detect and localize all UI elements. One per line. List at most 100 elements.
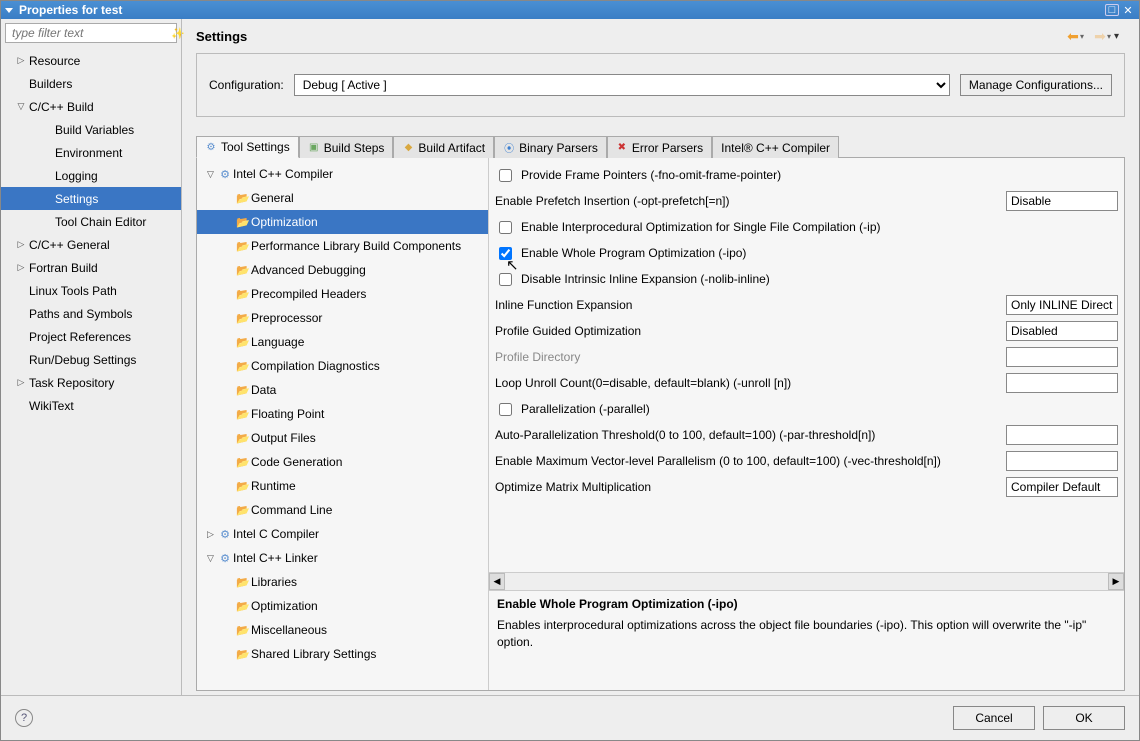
tool-tree-item[interactable]: 📂Optimization	[197, 210, 488, 234]
tool-tree-item[interactable]: ▷⚙Intel C Compiler	[197, 522, 488, 546]
folder-icon: 📂	[235, 600, 251, 613]
tool-tree-item[interactable]: 📂Floating Point	[197, 402, 488, 426]
nav-item[interactable]: Project References	[1, 325, 181, 348]
tool-tree-label: Intel C++ Linker	[233, 551, 318, 565]
tab[interactable]: ⚙Tool Settings	[196, 136, 299, 158]
tab[interactable]: ✖Error Parsers	[607, 136, 712, 158]
tool-tree-label: Precompiled Headers	[251, 287, 366, 301]
manage-configurations-button[interactable]: Manage Configurations...	[960, 74, 1112, 96]
twist-icon: ▽	[207, 553, 217, 564]
option-label: Profile Guided Optimization	[495, 324, 1000, 338]
nav-item[interactable]: Build Variables	[1, 118, 181, 141]
tool-tree-item[interactable]: ▽⚙Intel C++ Linker	[197, 546, 488, 570]
tool-tree-item[interactable]: 📂Performance Library Build Components	[197, 234, 488, 258]
option-label: Loop Unroll Count(0=disable, default=bla…	[495, 376, 1000, 390]
tool-tree-item[interactable]: 📂Code Generation	[197, 450, 488, 474]
nav-item-label: Project References	[27, 330, 131, 344]
tool-tree-item[interactable]: 📂Advanced Debugging	[197, 258, 488, 282]
option-label: Provide Frame Pointers (-fno-omit-frame-…	[521, 168, 1118, 182]
option-combo[interactable]: Disabled	[1006, 321, 1118, 341]
twist-icon: ▷	[207, 529, 217, 540]
titlebar: Properties for test □ ✕	[1, 1, 1139, 19]
nav-item[interactable]: ▷Fortran Build	[1, 256, 181, 279]
tool-tree-item[interactable]: 📂Precompiled Headers	[197, 282, 488, 306]
tool-tree-label: General	[251, 191, 294, 205]
tool-tree-item[interactable]: 📂Preprocessor	[197, 306, 488, 330]
options-form: Provide Frame Pointers (-fno-omit-frame-…	[489, 158, 1124, 572]
option-row: Auto-Parallelization Threshold(0 to 100,…	[489, 422, 1124, 448]
option-checkbox[interactable]	[499, 403, 512, 416]
option-combo[interactable]: Only INLINE Direct	[1006, 295, 1118, 315]
nav-item[interactable]: Environment	[1, 141, 181, 164]
tool-tree-item[interactable]: 📂Compilation Diagnostics	[197, 354, 488, 378]
tool-tree-item[interactable]: 📂Libraries	[197, 570, 488, 594]
nav-item[interactable]: ▽C/C++ Build	[1, 95, 181, 118]
nav-item[interactable]: Tool Chain Editor	[1, 210, 181, 233]
nav-item[interactable]: Run/Debug Settings	[1, 348, 181, 371]
folder-icon: 📂	[235, 384, 251, 397]
help-icon[interactable]: ?	[15, 709, 33, 727]
tool-tree-item[interactable]: 📂Language	[197, 330, 488, 354]
tool-tree-item[interactable]: 📂Data	[197, 378, 488, 402]
nav-item[interactable]: ▷C/C++ General	[1, 233, 181, 256]
ok-button[interactable]: OK	[1043, 706, 1125, 730]
tool-tree-item[interactable]: 📂Output Files	[197, 426, 488, 450]
tab-label: Error Parsers	[632, 141, 703, 155]
tool-tree-item[interactable]: 📂Optimization	[197, 594, 488, 618]
tab[interactable]: Intel® C++ Compiler	[712, 136, 839, 158]
configuration-select[interactable]: Debug [ Active ]	[294, 74, 950, 96]
option-checkbox[interactable]	[499, 247, 512, 260]
scroll-right-icon[interactable]: ▶	[1108, 573, 1124, 590]
nav-item[interactable]: Settings	[1, 187, 181, 210]
option-input[interactable]	[1006, 451, 1118, 471]
body: ✨ ▷ResourceBuilders▽C/C++ BuildBuild Var…	[1, 19, 1139, 695]
tab-label: Binary Parsers	[519, 141, 598, 155]
option-input[interactable]	[1006, 425, 1118, 445]
nav-item[interactable]: ▷Resource	[1, 49, 181, 72]
tool-tree-item[interactable]: 📂General	[197, 186, 488, 210]
tab[interactable]: ⦿Binary Parsers	[494, 136, 607, 158]
folder-icon: 📂	[235, 240, 251, 253]
tool-tree-item[interactable]: ▽⚙Intel C++ Compiler	[197, 162, 488, 186]
nav-item[interactable]: WikiText	[1, 394, 181, 417]
filter-input[interactable]	[10, 25, 171, 41]
tool-tree-item[interactable]: 📂Miscellaneous	[197, 618, 488, 642]
folder-icon: 📂	[235, 288, 251, 301]
forward-arrow-icon[interactable]: ➡	[1090, 28, 1110, 45]
option-input[interactable]	[1006, 347, 1118, 367]
nav-item[interactable]: Linux Tools Path	[1, 279, 181, 302]
nav-item[interactable]: Builders	[1, 72, 181, 95]
option-combo[interactable]: Compiler Default	[1006, 477, 1118, 497]
option-checkbox[interactable]	[499, 221, 512, 234]
twist-icon: ▷	[15, 262, 27, 273]
tab[interactable]: ▣ Build Steps	[299, 136, 394, 158]
cancel-button[interactable]: Cancel	[953, 706, 1035, 730]
options-panel: Provide Frame Pointers (-fno-omit-frame-…	[489, 158, 1124, 690]
nav-item[interactable]: ▷Task Repository	[1, 371, 181, 394]
view-menu-triangle[interactable]: ▾	[1114, 31, 1119, 42]
option-checkbox[interactable]	[499, 273, 512, 286]
twist-icon: ▷	[15, 239, 27, 250]
tool-tree-item[interactable]: 📂Shared Library Settings	[197, 642, 488, 666]
folder-icon: 📂	[235, 504, 251, 517]
tab-icon: ⚙	[205, 141, 217, 153]
nav-item[interactable]: Paths and Symbols	[1, 302, 181, 325]
right-panel: Settings ⬅ ▾ ➡ ▾ ▾ Configuration: Debug …	[181, 19, 1139, 695]
back-menu-triangle[interactable]: ▾	[1080, 32, 1084, 41]
option-checkbox[interactable]	[499, 169, 512, 182]
option-row: Enable Prefetch Insertion (-opt-prefetch…	[489, 188, 1124, 214]
folder-icon: 📂	[235, 456, 251, 469]
tab-icon: ▣	[308, 142, 320, 154]
tool-tree-item[interactable]: 📂Command Line	[197, 498, 488, 522]
titlebar-menu-triangle[interactable]	[5, 8, 13, 13]
close-button[interactable]: ✕	[1121, 4, 1135, 16]
page-title: Settings	[196, 29, 1063, 44]
nav-item[interactable]: Logging	[1, 164, 181, 187]
scroll-left-icon[interactable]: ◀	[489, 573, 505, 590]
tool-tree-item[interactable]: 📂Runtime	[197, 474, 488, 498]
tab[interactable]: ◆Build Artifact	[393, 136, 494, 158]
maximize-button[interactable]: □	[1105, 4, 1119, 16]
option-input[interactable]	[1006, 373, 1118, 393]
tab-label: Build Steps	[324, 141, 385, 155]
option-combo[interactable]: Disable	[1006, 191, 1118, 211]
